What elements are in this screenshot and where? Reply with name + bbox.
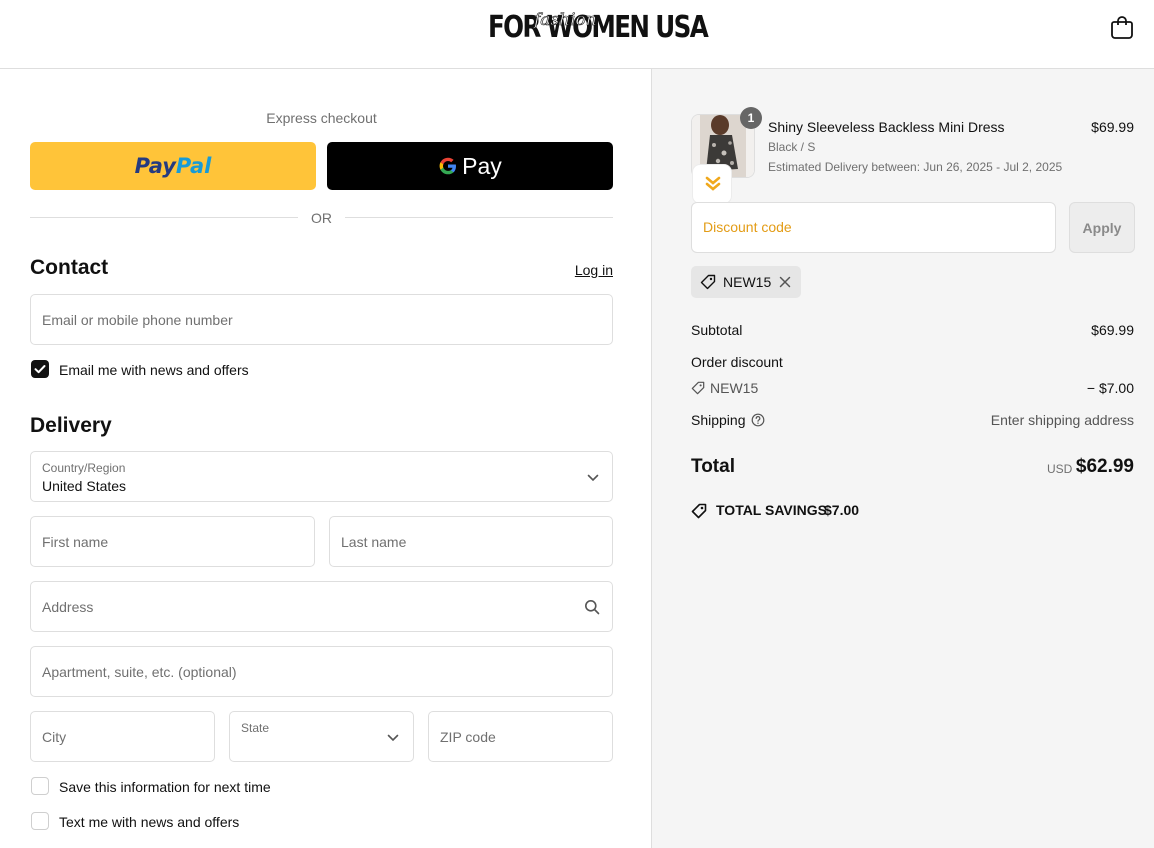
state-label: State [241,721,270,735]
country-value: United States [42,478,127,494]
google-g-icon [439,157,457,175]
close-icon[interactable] [779,276,791,288]
product-price: $69.99 [1091,119,1134,135]
total-label: Total [691,456,735,477]
chevron-down-icon [587,474,599,482]
zip-placeholder: ZIP code [440,728,496,745]
google-pay-label: Pay [462,152,502,179]
email-field[interactable]: Email or mobile phone number [30,294,613,345]
paypal-button[interactable]: PayPal [30,142,316,190]
apartment-placeholder: Apartment, suite, etc. (optional) [42,663,237,680]
last-name-placeholder: Last name [341,533,407,550]
order-discount-label: Order discount [691,354,783,370]
applied-discount-chip: NEW15 [691,266,801,298]
text-offers-label: Text me with news and offers [59,814,240,830]
zip-field[interactable]: ZIP code [428,711,613,762]
save-info-checkbox[interactable] [31,777,49,795]
or-text: OR [311,210,332,226]
country-select[interactable]: Country/Region United States [30,451,613,502]
google-pay-button[interactable]: Pay [327,142,613,190]
text-offers-checkbox[interactable] [31,812,49,830]
search-icon[interactable] [584,599,600,615]
state-select[interactable]: State [229,711,414,762]
subtotal-label: Subtotal [691,322,743,338]
delivery-title: Delivery [30,414,112,437]
order-summary: 1 Shiny Sleeveless Backless Mini Dress B… [651,69,1154,848]
express-checkout-label: Express checkout [266,110,377,126]
total-value: $62.99 [1075,456,1134,477]
address-placeholder: Address [42,598,94,615]
tag-icon [691,381,705,395]
city-placeholder: City [42,728,67,745]
estimated-delivery: Estimated Delivery between: Jun 26, 2025… [768,160,1063,174]
site-header: FOR WOMEN USA fashion [0,0,1154,69]
tag-icon [700,274,716,290]
checkout-form: Express checkout PayPal Pay OR Contact L… [0,69,651,848]
savings-tag-icon [691,503,707,519]
contact-title: Contact [30,256,109,279]
email-placeholder: Email or mobile phone number [42,311,233,328]
shopping-bag-icon[interactable] [1110,14,1134,40]
checkmark-icon [34,365,46,374]
chevron-down-icon [387,734,399,742]
help-circle-icon[interactable] [751,413,765,427]
double-chevron-icon [705,176,721,191]
brand-logo[interactable]: FOR WOMEN USA fashion [488,8,709,48]
savings-value: $7.00 [824,502,860,518]
login-link[interactable]: Log in [540,262,613,278]
first-name-field[interactable]: First name [30,516,315,567]
discount-placeholder: Discount code [703,219,792,235]
discount-code-label: NEW15 [710,380,759,396]
address-field[interactable]: Address [30,581,613,632]
apartment-field[interactable]: Apartment, suite, etc. (optional) [30,646,613,697]
shipping-value: Enter shipping address [990,412,1134,428]
product-name: Shiny Sleeveless Backless Mini Dress [768,119,1005,135]
total-currency: USD [1047,462,1073,476]
shipping-badge [692,164,732,204]
discount-code-field[interactable]: Discount code [691,202,1056,253]
quantity-badge: 1 [740,107,762,129]
product-variant: Black / S [768,140,816,154]
paypal-logo: PayPal [134,154,212,178]
save-info-label: Save this information for next time [59,779,271,795]
city-field[interactable]: City [30,711,215,762]
savings-label: TOTAL SAVINGS [716,502,827,518]
last-name-field[interactable]: Last name [329,516,613,567]
subtotal-value: $69.99 [1091,322,1134,338]
brand-script: fashion [534,10,597,31]
news-checkbox-label: Email me with news and offers [59,362,249,378]
brand-name: FOR WOMEN USA [488,10,709,45]
or-divider: OR [30,209,613,227]
discount-value: − $7.00 [1086,380,1134,396]
applied-code: NEW15 [723,274,772,290]
first-name-placeholder: First name [42,533,109,550]
shipping-label: Shipping [691,412,746,428]
news-checkbox[interactable] [31,360,49,378]
country-label: Country/Region [42,461,126,475]
apply-discount-button[interactable]: Apply [1069,202,1135,253]
